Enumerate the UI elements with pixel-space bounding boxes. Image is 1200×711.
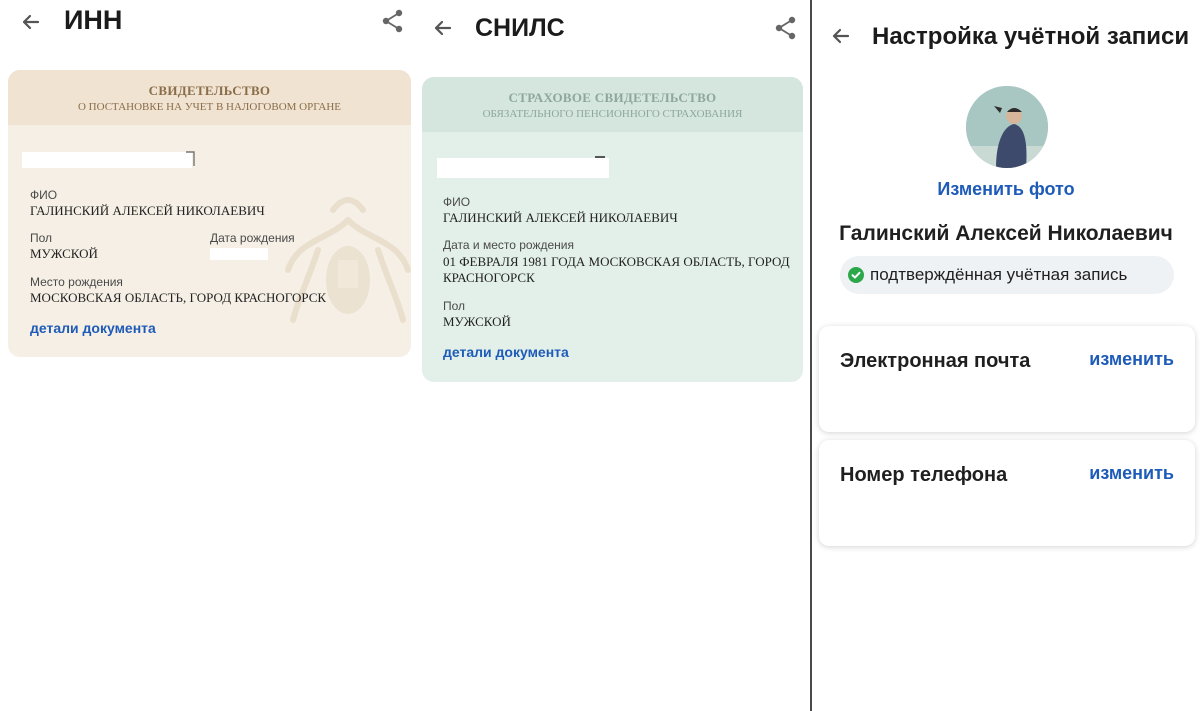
share-icon[interactable] <box>773 15 799 41</box>
eagle-watermark-icon <box>285 197 411 323</box>
back-arrow-icon[interactable] <box>428 13 458 43</box>
copy-mark-icon <box>186 151 195 166</box>
email-title: Электронная почта <box>840 350 1031 372</box>
birth-value-line1: 01 ФЕВРАЛЯ 1981 ГОДА МОСКОВСКАЯ ОБЛАСТЬ,… <box>443 254 790 269</box>
snils-number-mark <box>595 156 605 158</box>
edit-phone-button[interactable]: изменить <box>1089 463 1174 484</box>
edit-email-button[interactable]: изменить <box>1089 349 1174 370</box>
sex-label: Пол <box>30 231 53 245</box>
check-circle-icon <box>848 267 864 283</box>
birthdate-label: Дата рождения <box>210 231 295 245</box>
birthplace-value: МОСКОВСКАЯ ОБЛАСТЬ, ГОРОД КРАСНОГОРСК <box>30 290 327 305</box>
redacted-birthdate <box>210 248 268 260</box>
back-arrow-icon[interactable] <box>16 7 46 37</box>
snils-screen: СНИЛС СТРАХОВОЕ СВИДЕТЕЛЬСТВО ОБЯЗАТЕЛЬН… <box>415 0 811 711</box>
page-title: Настройка учётной записи <box>872 23 1190 50</box>
fio-value: ГАЛИНСКИЙ АЛЕКСЕЙ НИКОЛАЕВИЧ <box>30 203 265 218</box>
sex-label: Пол <box>443 299 466 313</box>
document-details-link[interactable]: детали документа <box>443 344 569 360</box>
share-icon[interactable] <box>380 8 406 34</box>
document-heading: СВИДЕТЕЛЬСТВО <box>148 83 271 98</box>
fio-value: ГАЛИНСКИЙ АЛЕКСЕЙ НИКОЛАЕВИЧ <box>443 210 678 225</box>
back-arrow-icon[interactable] <box>826 21 856 51</box>
verified-status-badge: подтверждённая учётная запись <box>840 256 1174 294</box>
fio-label: ФИО <box>30 188 58 202</box>
page-title: ИНН <box>64 5 123 35</box>
account-settings-screen: Настройка учётной записи Изменить фото Г… <box>812 0 1200 711</box>
inn-screen: ИНН СВИДЕТЕЛЬСТВО О ПОСТАНОВКЕ НА УЧЕТ В… <box>0 0 415 711</box>
email-card: Электронная почта изменить <box>819 326 1195 432</box>
page-title: СНИЛС <box>475 14 565 42</box>
phone-card: Номер телефона изменить <box>819 440 1195 546</box>
redacted-snils-number <box>437 158 609 178</box>
sex-value: МУЖСКОЙ <box>443 314 511 329</box>
birth-label: Дата и место рождения <box>443 238 574 252</box>
document-subheading: ОБЯЗАТЕЛЬНОГО ПЕНСИОННОГО СТРАХОВАНИЯ <box>482 108 743 120</box>
snils-document-card[interactable]: СТРАХОВОЕ СВИДЕТЕЛЬСТВО ОБЯЗАТЕЛЬНОГО ПЕ… <box>422 77 803 382</box>
document-heading: СТРАХОВОЕ СВИДЕТЕЛЬСТВО <box>508 90 717 105</box>
avatar[interactable] <box>966 86 1048 168</box>
user-full-name: Галинский Алексей Николаевич <box>839 222 1173 245</box>
fio-label: ФИО <box>443 195 471 209</box>
redacted-inn-number <box>22 152 192 168</box>
inn-document-card[interactable]: СВИДЕТЕЛЬСТВО О ПОСТАНОВКЕ НА УЧЕТ В НАЛ… <box>8 70 411 357</box>
verified-status-text: подтверждённая учётная запись <box>870 265 1128 284</box>
sex-value: МУЖСКОЙ <box>30 246 98 261</box>
birth-value-line2: КРАСНОГОРСК <box>443 270 535 285</box>
change-photo-link[interactable]: Изменить фото <box>812 179 1200 200</box>
document-details-link[interactable]: детали документа <box>30 320 156 336</box>
birthplace-label: Место рождения <box>30 275 123 289</box>
document-header: СТРАХОВОЕ СВИДЕТЕЛЬСТВО ОБЯЗАТЕЛЬНОГО ПЕ… <box>422 77 803 132</box>
phone-title: Номер телефона <box>840 464 1008 486</box>
document-subheading: О ПОСТАНОВКЕ НА УЧЕТ В НАЛОГОВОМ ОРГАНЕ <box>77 101 341 113</box>
document-header: СВИДЕТЕЛЬСТВО О ПОСТАНОВКЕ НА УЧЕТ В НАЛ… <box>8 70 411 125</box>
